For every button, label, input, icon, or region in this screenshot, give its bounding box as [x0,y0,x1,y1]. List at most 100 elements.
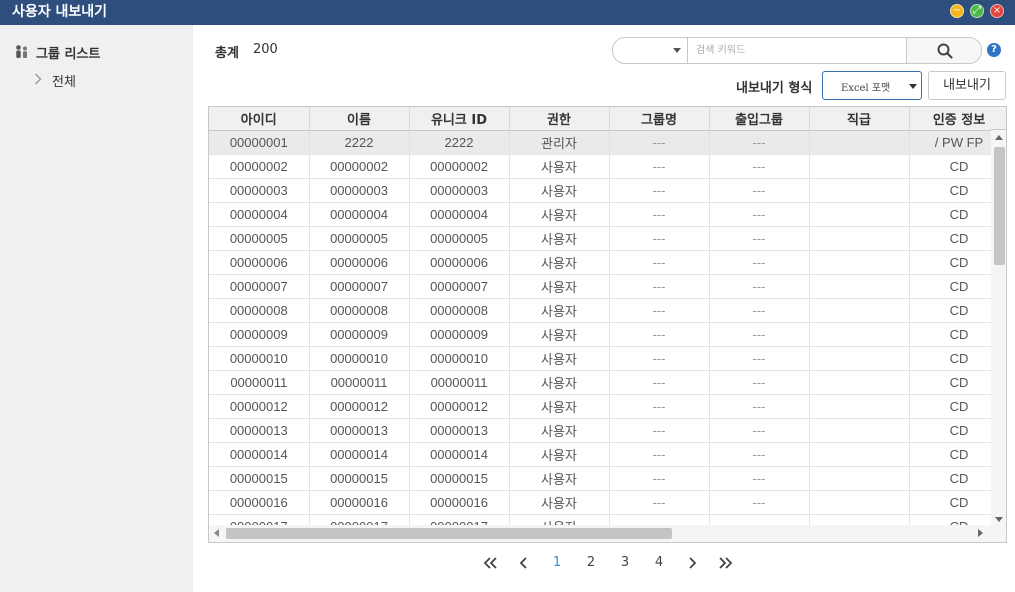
close-button[interactable]: × [990,4,1004,18]
table-cell: CD [909,202,991,227]
column-header[interactable]: 아이디 [209,107,310,131]
total-count: 200 [253,42,278,57]
table-cell: --- [709,346,810,371]
scroll-down-icon[interactable] [995,517,1003,522]
table-cell: 00000003 [409,178,510,203]
column-header[interactable]: 그룹명 [609,107,710,131]
table-cell [809,274,910,299]
table-cell: 00000004 [409,202,510,227]
table-row[interactable]: 00000003 00000003 00000003 사용자 --- --- CD [209,178,991,203]
chevron-right-icon [689,557,697,569]
table-cell: 사용자 [509,490,610,515]
table-cell: --- [709,130,810,155]
minimize-button[interactable]: − [950,4,964,18]
table-cell: 00000006 [409,250,510,275]
search-input[interactable] [696,42,896,59]
table-cell [809,442,910,467]
vertical-scrollbar[interactable] [991,130,1006,525]
table-cell: --- [609,202,710,227]
table-row[interactable]: 00000009 00000009 00000009 사용자 --- --- CD [209,322,991,347]
table-cell: 00000014 [409,442,510,467]
table-cell: 00000010 [209,346,310,371]
table-row[interactable]: 00000016 00000016 00000016 사용자 --- --- CD [209,490,991,515]
table-cell [809,466,910,491]
table-row[interactable]: 00000013 00000013 00000013 사용자 --- --- CD [209,418,991,443]
table-cell: 00000017 [209,514,310,525]
table-cell: CD [909,346,991,371]
prev-page-button[interactable] [514,553,534,573]
table-row[interactable]: 00000012 00000012 00000012 사용자 --- --- CD [209,394,991,419]
table-row[interactable]: 00000008 00000008 00000008 사용자 --- --- CD [209,298,991,323]
page-link[interactable]: 1 [548,553,566,573]
table-cell: 00000005 [409,226,510,251]
column-header[interactable]: 출입그룹 [709,107,810,131]
last-page-button[interactable] [716,553,736,573]
table-cell: --- [709,178,810,203]
table-cell: --- [709,274,810,299]
table-cell: 00000006 [209,250,310,275]
vertical-scroll-thumb[interactable] [994,147,1005,265]
horizontal-scrollbar[interactable] [209,525,1006,542]
search-category-select[interactable] [613,38,688,63]
table-cell: CD [909,418,991,443]
table-cell: CD [909,490,991,515]
table-row[interactable]: 00000014 00000014 00000014 사용자 --- --- CD [209,442,991,467]
next-page-button[interactable] [682,553,702,573]
page-link[interactable]: 4 [650,553,668,573]
column-header[interactable]: 인증 정보 [909,107,991,131]
table-row[interactable]: 00000006 00000006 00000006 사용자 --- --- CD [209,250,991,275]
table-row[interactable]: 00000007 00000007 00000007 사용자 --- --- CD [209,274,991,299]
table-cell [809,298,910,323]
page-link[interactable]: 2 [582,553,600,573]
table-cell: 00000009 [209,322,310,347]
table-cell: 사용자 [509,322,610,347]
table-row[interactable]: 00000015 00000015 00000015 사용자 --- --- CD [209,466,991,491]
table-cell: 00000016 [209,490,310,515]
table-cell: 00000015 [209,466,310,491]
table-cell: 00000008 [209,298,310,323]
table-cell: --- [709,418,810,443]
search-button[interactable] [906,38,981,63]
table-cell: CD [909,514,991,525]
scroll-up-icon[interactable] [995,135,1003,140]
maximize-button[interactable]: ⤢ [970,4,984,18]
total-label: 총계 [215,46,239,61]
table-row[interactable]: 00000010 00000010 00000010 사용자 --- --- CD [209,346,991,371]
table-cell [809,514,910,525]
table-cell: 사용자 [509,442,610,467]
column-header[interactable]: 직급 [809,107,910,131]
scroll-left-icon[interactable] [214,529,219,537]
table-cell: 00000017 [409,514,510,525]
table-row[interactable]: 00000011 00000011 00000011 사용자 --- --- CD [209,370,991,395]
table-row[interactable]: 00000001 2222 2222 관리자 --- --- / PW FP [209,130,991,155]
chevron-down-icon [673,48,681,53]
column-header[interactable]: 권한 [509,107,610,131]
group-list-header: 그룹 리스트 [14,43,100,62]
column-header[interactable]: 유니크 ID [409,107,510,131]
help-icon[interactable]: ? [987,43,1001,57]
table-cell [809,418,910,443]
double-chevron-right-icon [719,557,733,569]
first-page-button[interactable] [480,553,500,573]
table-cell: 00000015 [409,466,510,491]
table-row[interactable]: 00000005 00000005 00000005 사용자 --- --- CD [209,226,991,251]
chevron-left-icon [519,557,527,569]
table-cell: CD [909,298,991,323]
page-link[interactable]: 3 [616,553,634,573]
sidebar-item-all[interactable]: 전체 [34,71,76,90]
table-cell: 00000009 [409,322,510,347]
table-cell: --- [609,250,710,275]
table-row[interactable]: 00000002 00000002 00000002 사용자 --- --- CD [209,154,991,179]
export-format-select[interactable]: Excel 포맷 [822,71,922,100]
table-cell: CD [909,466,991,491]
table-cell [809,250,910,275]
column-header[interactable]: 이름 [309,107,410,131]
table-row[interactable]: 00000004 00000004 00000004 사용자 --- --- CD [209,202,991,227]
table-cell: --- [609,274,710,299]
table-cell: --- [709,490,810,515]
table-viewport: 아이디 이름 유니크 ID 권한 그룹명 출입그룹 직급 인증 정보 00000001 2222… [209,107,991,525]
scroll-right-icon[interactable] [978,529,983,537]
table-row[interactable]: 000000170000001700000017사용자------CD [209,514,991,525]
horizontal-scroll-thumb[interactable] [226,528,672,539]
export-button[interactable]: 내보내기 [928,71,1006,100]
